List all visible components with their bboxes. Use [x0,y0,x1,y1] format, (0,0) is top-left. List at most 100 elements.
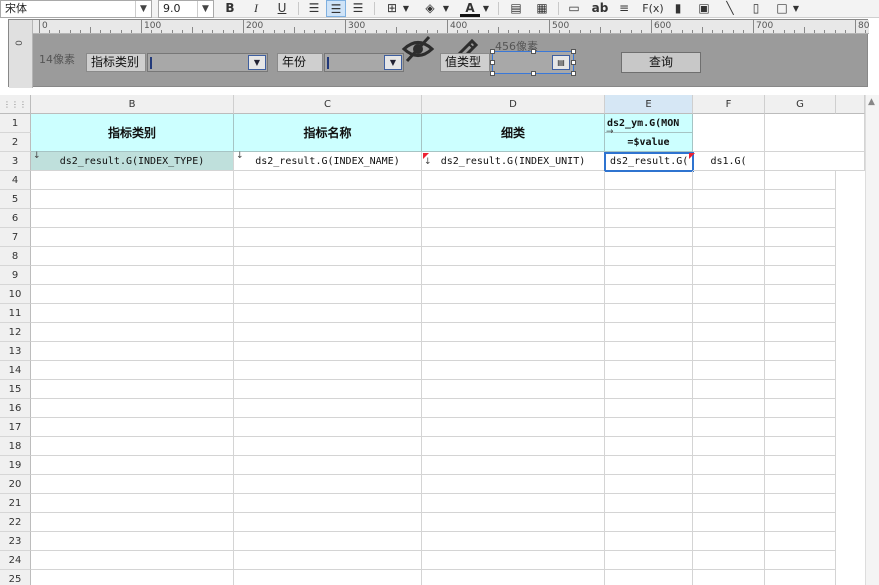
cell-empty[interactable] [234,418,422,437]
cell-empty[interactable] [693,171,765,190]
cell-empty[interactable] [31,285,234,304]
font-color-icon[interactable]: A [460,0,480,17]
cell-empty[interactable] [605,342,693,361]
cell-c1-header[interactable]: 指标名称 [234,114,422,152]
cell-empty[interactable] [765,152,865,171]
cell-d1-header[interactable]: 细类 [422,114,605,152]
font-family-select[interactable]: 宋体 ▼ [0,0,152,18]
cell-empty[interactable] [765,342,836,361]
cell-empty[interactable] [765,114,865,152]
cell-empty[interactable] [693,532,765,551]
cell-empty[interactable] [693,285,765,304]
paragraph-icon[interactable]: ≡ [614,0,634,17]
cell-empty[interactable] [422,342,605,361]
cell-empty[interactable] [693,418,765,437]
cell-empty[interactable] [605,437,693,456]
document-icon[interactable]: ▯ [746,0,766,17]
cell-empty[interactable] [234,475,422,494]
cell-empty[interactable] [422,228,605,247]
cell-empty[interactable] [31,247,234,266]
cell-empty[interactable] [422,437,605,456]
dropdown-icon[interactable]: ▼ [248,55,266,70]
cell-empty[interactable] [605,323,693,342]
cell-empty[interactable] [693,114,765,152]
row-header-6[interactable]: 6 [0,209,31,228]
cell-empty[interactable] [765,285,836,304]
row-header-14[interactable]: 14 [0,361,31,380]
cell-empty[interactable] [31,171,234,190]
category-combo[interactable]: ▼ [147,53,268,72]
chevron-down-icon[interactable]: ▼ [197,1,213,17]
cell-empty[interactable] [765,171,836,190]
cell-empty[interactable] [31,342,234,361]
cell-empty[interactable] [605,513,693,532]
cell-empty[interactable] [693,513,765,532]
font-size-select[interactable]: 9.0 ▼ [158,0,214,18]
cell-empty[interactable] [234,266,422,285]
cell-empty[interactable] [422,513,605,532]
cell-empty[interactable] [31,209,234,228]
cell-empty[interactable] [605,228,693,247]
cell-empty[interactable] [605,171,693,190]
textbox-icon[interactable]: ▭ [564,0,584,17]
cell-empty[interactable] [234,532,422,551]
cell-empty[interactable] [422,190,605,209]
cell-empty[interactable] [422,551,605,570]
cell-d3[interactable]: ds2_result.G(INDEX_UNIT) [422,152,605,171]
row-header-4[interactable]: 4 [0,171,31,190]
cell-f3[interactable]: ds1.G( [693,152,765,171]
cell-empty[interactable] [31,437,234,456]
cell-empty[interactable] [234,380,422,399]
cell-empty[interactable] [693,323,765,342]
cell-empty[interactable] [693,570,765,585]
cell-empty[interactable] [693,475,765,494]
cell-empty[interactable] [234,228,422,247]
cell-empty[interactable] [765,418,836,437]
cell-empty[interactable] [234,342,422,361]
cell-empty[interactable] [422,209,605,228]
resize-handle[interactable] [531,71,536,76]
cell-e2-header[interactable]: =$value [605,133,693,152]
cell-empty[interactable] [422,304,605,323]
chevron-down-icon[interactable]: ▼ [440,0,452,17]
align-left-icon[interactable]: ☰ [304,0,324,17]
cell-empty[interactable] [765,304,836,323]
cell-empty[interactable] [693,304,765,323]
cell-empty[interactable] [422,532,605,551]
cell-empty[interactable] [765,399,836,418]
cell-empty[interactable] [422,418,605,437]
row-header-10[interactable]: 10 [0,285,31,304]
cell-empty[interactable] [234,437,422,456]
frame-icon[interactable]: □ [772,0,792,17]
cell-empty[interactable] [765,532,836,551]
eye-off-icon[interactable] [401,34,435,70]
row-header-17[interactable]: 17 [0,418,31,437]
cell-empty[interactable] [234,285,422,304]
cell-empty[interactable] [765,494,836,513]
cell-empty[interactable] [31,532,234,551]
row-header-16[interactable]: 16 [0,399,31,418]
cell-b1-header[interactable]: 指标类别 [31,114,234,152]
cell-empty[interactable] [31,323,234,342]
cell-empty[interactable] [693,190,765,209]
cell-empty[interactable] [605,532,693,551]
resize-handle[interactable] [571,71,576,76]
formula-button[interactable]: F(x) [640,0,666,17]
align-center-icon[interactable]: ☰ [326,0,346,17]
cell-empty[interactable] [31,456,234,475]
cell-empty[interactable] [765,361,836,380]
cell-empty[interactable] [234,551,422,570]
cell-empty[interactable] [605,361,693,380]
row-header-7[interactable]: 7 [0,228,31,247]
resize-handle[interactable] [531,49,536,54]
cell-empty[interactable] [234,494,422,513]
cell-empty[interactable] [605,380,693,399]
bold-button[interactable]: B [220,0,240,17]
cell-empty[interactable] [693,342,765,361]
cell-empty[interactable] [605,247,693,266]
row-header-20[interactable]: 20 [0,475,31,494]
cell-empty[interactable] [693,209,765,228]
cell-empty[interactable] [234,456,422,475]
cell-empty[interactable] [234,570,422,585]
slash-icon[interactable]: ╲ [720,0,740,17]
